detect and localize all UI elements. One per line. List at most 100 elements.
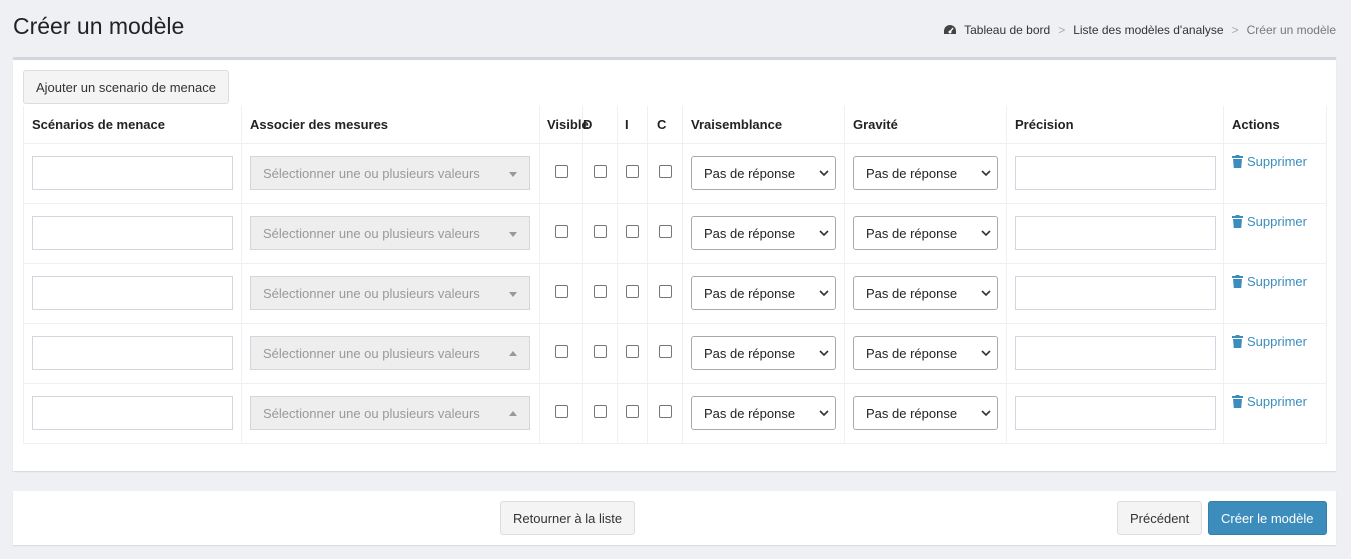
- precision-input[interactable]: [1015, 336, 1216, 370]
- table-row: Sélectionner une ou plusieurs valeurs Pas…: [23, 202, 1327, 264]
- precision-input[interactable]: [1015, 396, 1216, 430]
- trash-icon: [1232, 394, 1243, 408]
- chevron-down-icon: [981, 230, 991, 237]
- chevron-down-icon: [819, 230, 829, 237]
- d-checkbox[interactable]: [593, 345, 607, 358]
- c-checkbox[interactable]: [658, 225, 672, 238]
- delete-label: Supprimer: [1247, 213, 1307, 229]
- create-model-button[interactable]: Créer le modèle: [1208, 501, 1327, 535]
- i-checkbox[interactable]: [626, 345, 639, 358]
- precision-input[interactable]: [1015, 276, 1216, 310]
- severity-value: Pas de réponse: [866, 285, 958, 301]
- delete-button[interactable]: Supprimer: [1232, 154, 1307, 169]
- delete-button[interactable]: Supprimer: [1232, 394, 1307, 409]
- multiselect-placeholder: Sélectionner une ou plusieurs valeurs: [263, 285, 480, 301]
- d-checkbox[interactable]: [593, 405, 607, 418]
- previous-button[interactable]: Précédent: [1117, 501, 1203, 535]
- chevron-down-icon: [981, 350, 991, 357]
- likelihood-select[interactable]: Pas de réponse: [691, 276, 836, 310]
- delete-label: Supprimer: [1247, 393, 1307, 409]
- scenario-input[interactable]: [32, 336, 233, 370]
- chevron-down-icon: [981, 290, 991, 297]
- likelihood-value: Pas de réponse: [704, 345, 796, 361]
- measures-multiselect[interactable]: Sélectionner une ou plusieurs valeurs: [250, 276, 530, 310]
- severity-value: Pas de réponse: [866, 405, 958, 421]
- d-checkbox[interactable]: [593, 225, 607, 238]
- visible-checkbox[interactable]: [554, 225, 568, 238]
- likelihood-value: Pas de réponse: [704, 225, 796, 241]
- breadcrumb-current: Créer un modèle: [1246, 23, 1336, 37]
- dashboard-icon: [943, 24, 957, 36]
- scenario-input[interactable]: [32, 276, 233, 310]
- breadcrumb: Tableau de bord > Liste des modèles d'an…: [943, 23, 1336, 37]
- precision-input[interactable]: [1015, 216, 1216, 250]
- column-header: C: [647, 106, 683, 144]
- visible-checkbox[interactable]: [554, 405, 568, 418]
- trash-icon: [1232, 154, 1243, 168]
- add-scenario-button[interactable]: Ajouter un scenario de menace: [23, 70, 229, 104]
- likelihood-select[interactable]: Pas de réponse: [691, 336, 836, 370]
- severity-value: Pas de réponse: [866, 165, 958, 181]
- scenario-input[interactable]: [32, 216, 233, 250]
- column-header: D: [582, 106, 618, 144]
- scenario-table: Scénarios de menace Associer des mesures…: [23, 106, 1327, 444]
- scenario-input[interactable]: [32, 156, 233, 190]
- d-checkbox[interactable]: [593, 285, 607, 298]
- i-checkbox[interactable]: [626, 225, 639, 238]
- breadcrumb-separator: >: [1231, 23, 1239, 37]
- c-checkbox[interactable]: [658, 165, 672, 178]
- severity-select[interactable]: Pas de réponse: [853, 276, 998, 310]
- breadcrumb-models-link[interactable]: Liste des modèles d'analyse: [1073, 23, 1223, 37]
- likelihood-select[interactable]: Pas de réponse: [691, 216, 836, 250]
- back-to-list-button[interactable]: Retourner à la liste: [500, 501, 636, 535]
- chevron-down-icon: [819, 350, 829, 357]
- table-row: Sélectionner une ou plusieurs valeurs Pas…: [23, 262, 1327, 324]
- severity-select[interactable]: Pas de réponse: [853, 336, 998, 370]
- page-title: Créer un modèle: [13, 13, 185, 39]
- delete-label: Supprimer: [1247, 153, 1307, 169]
- measures-multiselect[interactable]: Sélectionner une ou plusieurs valeurs: [250, 396, 530, 430]
- table-row: Sélectionner une ou plusieurs valeurs Pas…: [23, 142, 1327, 204]
- chevron-down-icon: [981, 410, 991, 417]
- breadcrumb-dashboard-link[interactable]: Tableau de bord: [964, 23, 1050, 37]
- trash-icon: [1232, 334, 1243, 348]
- column-header: I: [617, 106, 648, 144]
- c-checkbox[interactable]: [658, 405, 672, 418]
- breadcrumb-separator: >: [1058, 23, 1066, 37]
- visible-checkbox[interactable]: [554, 345, 568, 358]
- d-checkbox[interactable]: [593, 165, 607, 178]
- visible-checkbox[interactable]: [554, 285, 568, 298]
- delete-button[interactable]: Supprimer: [1232, 214, 1307, 229]
- scenario-card: Ajouter un scenario de menace Scénarios …: [13, 57, 1336, 471]
- measures-multiselect[interactable]: Sélectionner une ou plusieurs valeurs: [250, 336, 530, 370]
- c-checkbox[interactable]: [658, 345, 672, 358]
- delete-button[interactable]: Supprimer: [1232, 274, 1307, 289]
- i-checkbox[interactable]: [626, 405, 639, 418]
- column-header: Scénarios de menace: [23, 106, 242, 144]
- measures-multiselect[interactable]: Sélectionner une ou plusieurs valeurs: [250, 216, 530, 250]
- form-footer: Retourner à la liste Précédent Créer le …: [13, 491, 1336, 545]
- i-checkbox[interactable]: [626, 285, 639, 298]
- table-row: Sélectionner une ou plusieurs valeurs Pas…: [23, 382, 1327, 444]
- likelihood-select[interactable]: Pas de réponse: [691, 156, 836, 190]
- caret-down-icon: [509, 232, 517, 237]
- column-header: Gravité: [844, 106, 1007, 144]
- caret-down-icon: [509, 172, 517, 177]
- likelihood-select[interactable]: Pas de réponse: [691, 396, 836, 430]
- precision-input[interactable]: [1015, 156, 1216, 190]
- column-header: Actions: [1223, 106, 1327, 144]
- column-header: Précision: [1006, 106, 1224, 144]
- chevron-down-icon: [819, 290, 829, 297]
- c-checkbox[interactable]: [658, 285, 672, 298]
- severity-select[interactable]: Pas de réponse: [853, 396, 998, 430]
- scenario-input[interactable]: [32, 396, 233, 430]
- multiselect-placeholder: Sélectionner une ou plusieurs valeurs: [263, 345, 480, 361]
- severity-select[interactable]: Pas de réponse: [853, 156, 998, 190]
- visible-checkbox[interactable]: [554, 165, 568, 178]
- measures-multiselect[interactable]: Sélectionner une ou plusieurs valeurs: [250, 156, 530, 190]
- i-checkbox[interactable]: [626, 165, 639, 178]
- likelihood-value: Pas de réponse: [704, 285, 796, 301]
- multiselect-placeholder: Sélectionner une ou plusieurs valeurs: [263, 165, 480, 181]
- delete-button[interactable]: Supprimer: [1232, 334, 1307, 349]
- severity-select[interactable]: Pas de réponse: [853, 216, 998, 250]
